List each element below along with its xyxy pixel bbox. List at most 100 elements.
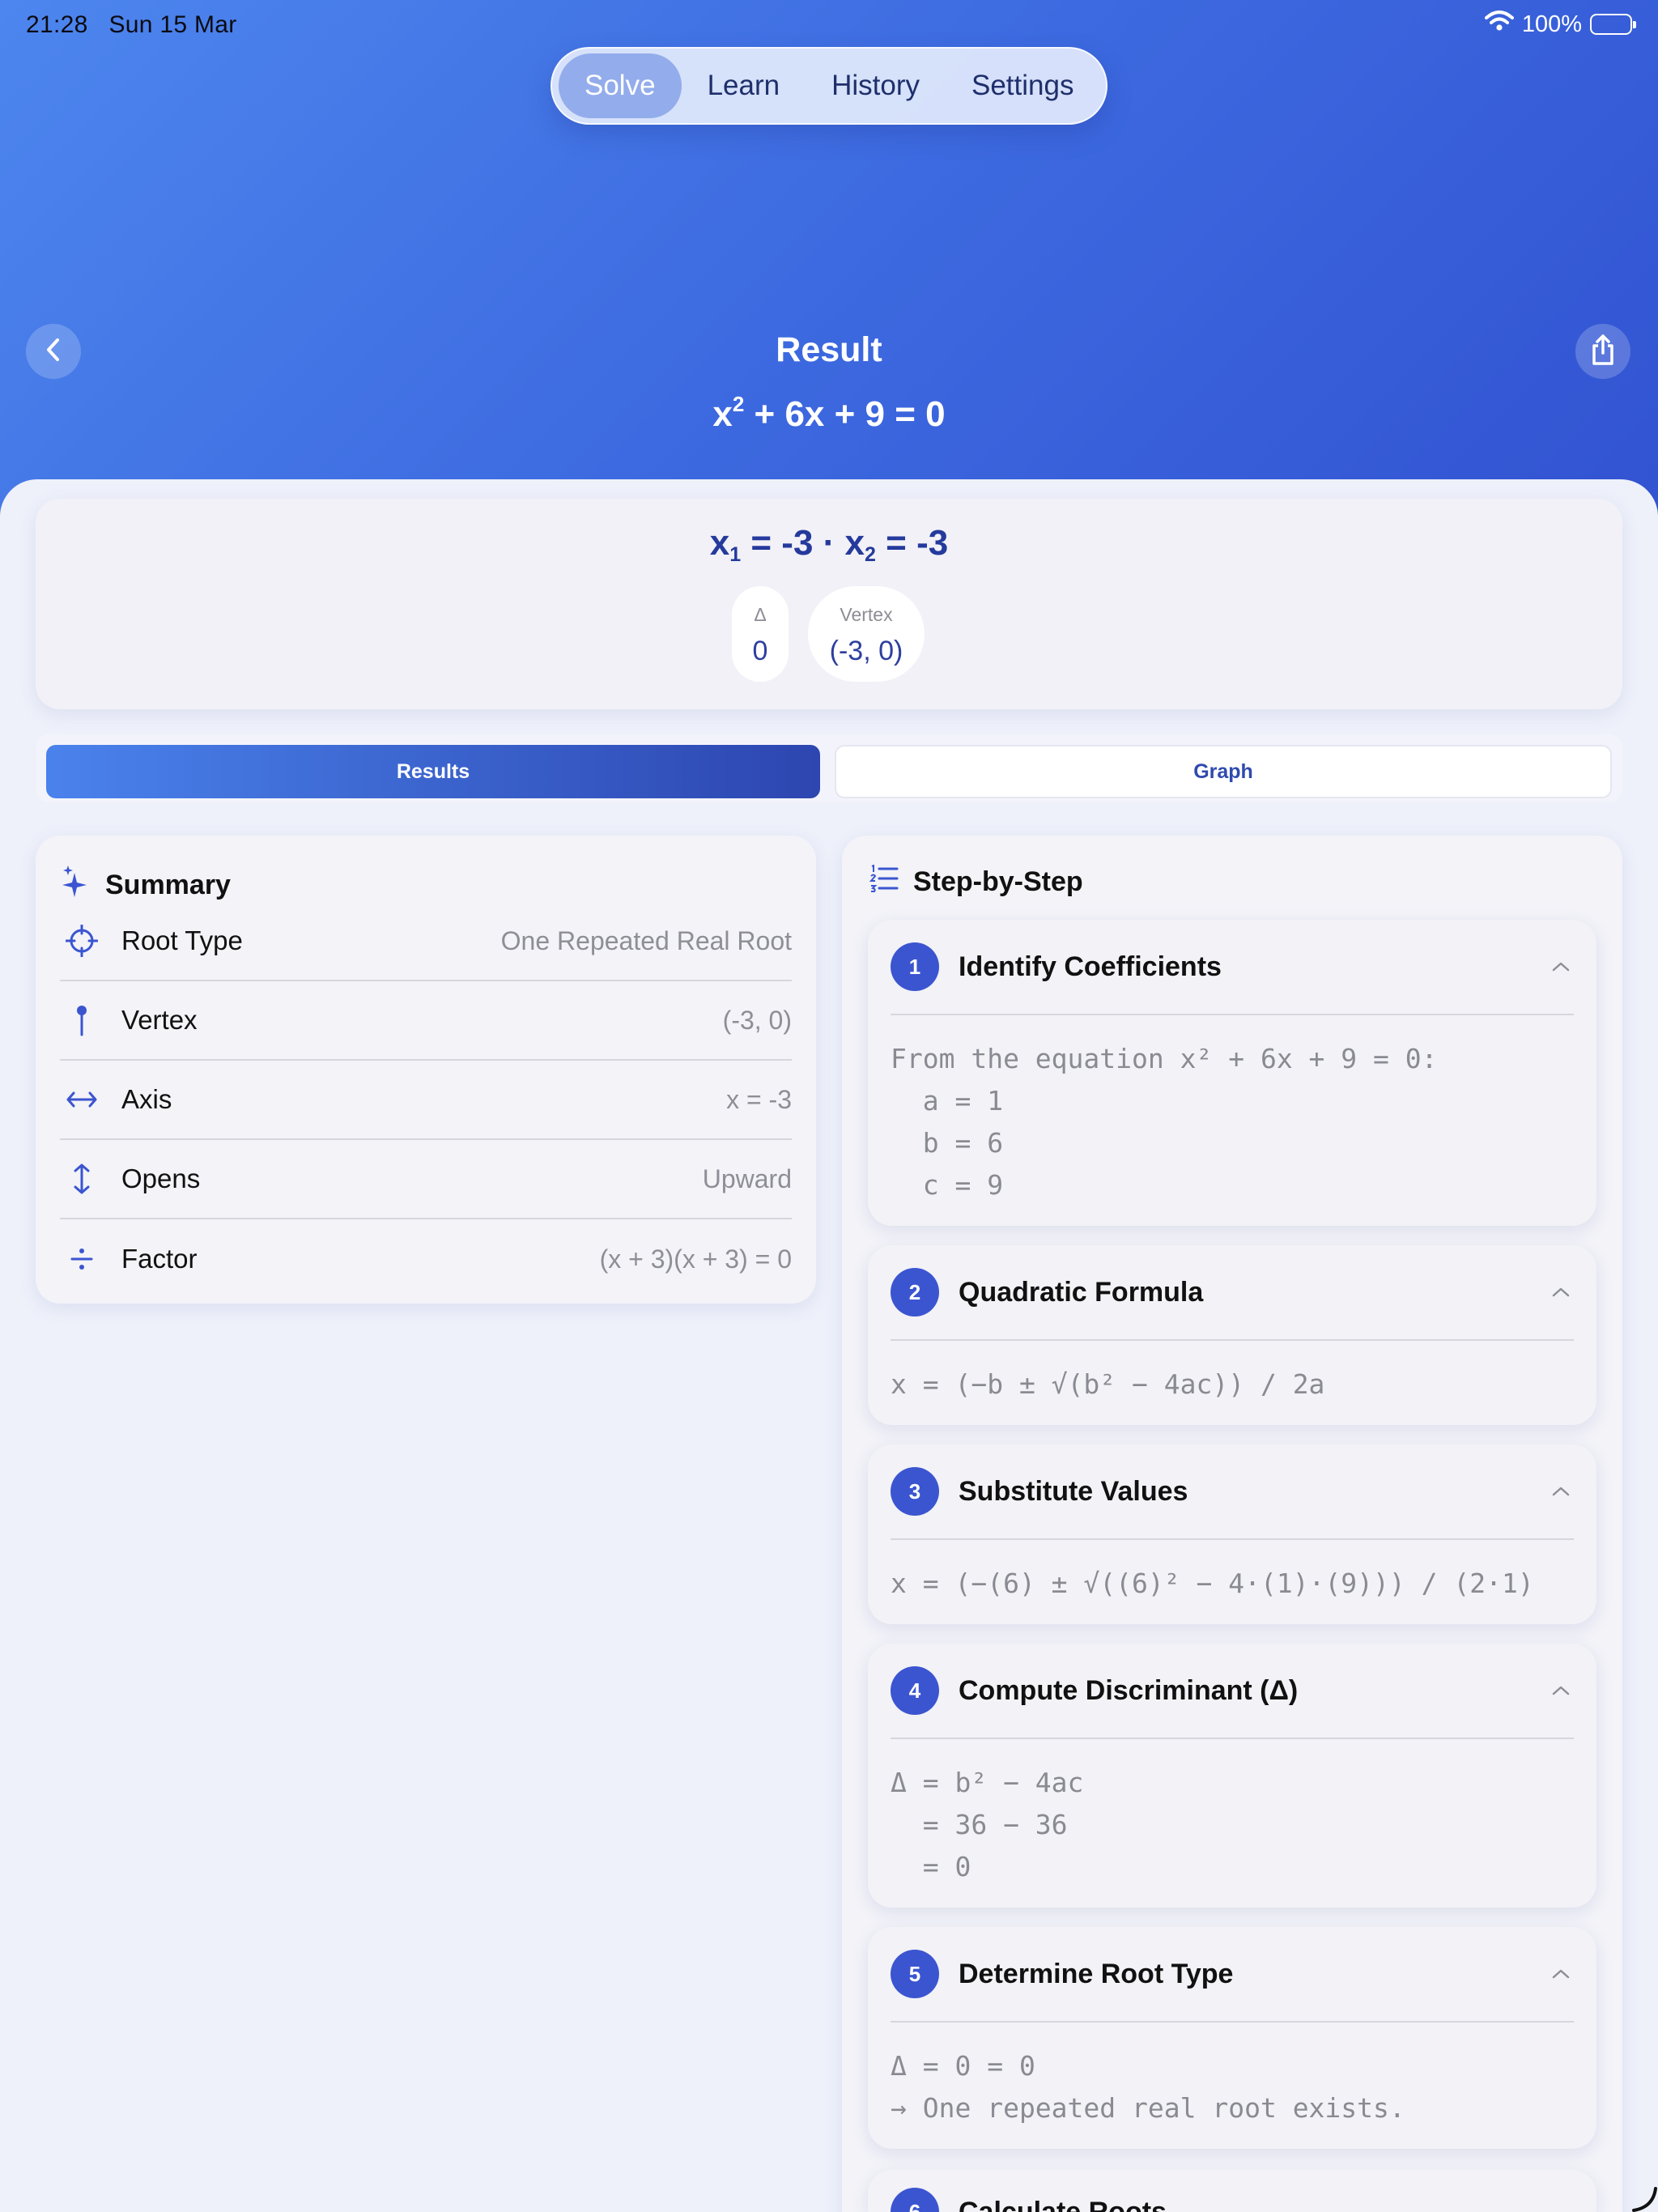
step-number: 2 <box>891 1268 939 1317</box>
step-body: From the equation x² + 6x + 9 = 0: a = 1… <box>891 1043 1438 1201</box>
view-segmented-control: Results Graph <box>36 734 1622 802</box>
step-number: 5 <box>891 1950 939 1998</box>
opens-label: Opens <box>121 1163 201 1193</box>
root1-var: x <box>709 523 730 563</box>
summary-card: Summary Root Type One Repeated Real Root… <box>36 836 816 1304</box>
step-divider <box>891 1738 1574 1739</box>
wifi-icon <box>1484 10 1514 39</box>
step-number: 1 <box>891 942 939 991</box>
axis-label: Axis <box>121 1084 172 1114</box>
step-card[interactable]: 2 Quadratic Formula x = (−b ± √(b² − 4ac… <box>868 1245 1596 1425</box>
crosshair-icon <box>60 925 104 957</box>
steps-title: Step-by-Step <box>913 866 1083 897</box>
status-indicators: 100% <box>1484 10 1636 39</box>
list-numbered-icon <box>869 864 899 900</box>
root-type-label: Root Type <box>121 925 243 955</box>
step-header[interactable]: 1 Identify Coefficients <box>891 942 1574 991</box>
root2-var: x <box>844 523 865 563</box>
tab-solve[interactable]: Solve <box>559 53 682 118</box>
root1-value: = -3 <box>741 523 814 563</box>
tab-settings[interactable]: Settings <box>946 53 1099 118</box>
result-card: x1 = -3 · x2 = -3 Δ 0 Vertex (-3, 0) <box>36 499 1622 709</box>
step-divider <box>891 1339 1574 1341</box>
step-title: Determine Root Type <box>959 1958 1234 1989</box>
root-type-value: One Repeated Real Root <box>500 925 792 955</box>
step-header[interactable]: 2 Quadratic Formula <box>891 1268 1574 1317</box>
step-card[interactable]: 1 Identify Coefficients From the equatio… <box>868 920 1596 1226</box>
summary-row-vertex: Vertex (-3, 0) <box>60 981 792 1061</box>
roots-separator: · <box>813 523 845 563</box>
equation-base: x <box>712 394 733 434</box>
step-title: Quadratic Formula <box>959 1276 1204 1308</box>
status-time: 21:28 Sun 15 Mar <box>26 11 237 39</box>
step-number: 3 <box>891 1467 939 1516</box>
step-header[interactable]: 3 Substitute Values <box>891 1467 1574 1516</box>
chevron-up-icon[interactable] <box>1548 954 1574 980</box>
summary-title: Summary <box>105 870 231 900</box>
pin-icon <box>60 1004 104 1036</box>
equation-rest: + 6x + 9 = 0 <box>744 394 946 434</box>
vertex-chip-label: Vertex <box>840 604 893 625</box>
step-header[interactable]: 4 Compute Discriminant (Δ) <box>891 1666 1574 1715</box>
chevron-up-icon[interactable] <box>1548 1279 1574 1305</box>
step-number: 6 <box>891 2188 939 2212</box>
axis-value: x = -3 <box>726 1084 792 1114</box>
step-title: Substitute Values <box>959 1475 1188 1507</box>
step-header[interactable]: 5 Determine Root Type <box>891 1950 1574 1998</box>
step-body: Δ = b² − 4ac = 36 − 36 = 0 <box>891 1767 1084 1882</box>
step-card[interactable]: 3 Substitute Values x = (−(6) ± √((6)² −… <box>868 1444 1596 1624</box>
battery-percent: 100% <box>1521 11 1582 37</box>
battery-icon <box>1590 14 1636 35</box>
chevron-up-icon[interactable] <box>1548 1961 1574 1987</box>
chevron-up-icon[interactable] <box>1548 1678 1574 1704</box>
step-title: Compute Discriminant (Δ) <box>959 1674 1299 1706</box>
root1-sub: 1 <box>729 543 742 566</box>
opens-value: Upward <box>702 1163 792 1193</box>
vertex-chip-value: (-3, 0) <box>829 636 903 666</box>
chevron-up-icon[interactable] <box>1548 1478 1574 1504</box>
step-body: Δ = 0 = 0 → One repeated real root exist… <box>891 2050 1405 2124</box>
tab-learn[interactable]: Learn <box>682 53 806 118</box>
step-body: x = (−(6) ± √((6)² − 4·(1)·(9))) / (2·1) <box>891 1568 1534 1599</box>
segment-results[interactable]: Results <box>46 745 820 798</box>
root2-value: = -3 <box>875 523 949 563</box>
segment-graph[interactable]: Graph <box>835 745 1612 798</box>
vertex-value: (-3, 0) <box>722 1005 792 1035</box>
delta-label: Δ <box>754 604 767 625</box>
root2-sub: 2 <box>865 543 876 566</box>
step-body: x = (−b ± √(b² − 4ac)) / 2a <box>891 1368 1325 1400</box>
summary-row-opens: Opens Upward <box>60 1140 792 1219</box>
step-title: Calculate Roots <box>959 2196 1167 2212</box>
summary-heading: Summary <box>62 865 231 906</box>
step-card[interactable]: 4 Compute Discriminant (Δ) Δ = b² − 4ac … <box>868 1644 1596 1908</box>
vertical-arrows-icon <box>60 1163 104 1195</box>
summary-row-factor: Factor (x + 3)(x + 3) = 0 <box>60 1219 792 1299</box>
step-number: 4 <box>891 1666 939 1715</box>
vertex-label: Vertex <box>121 1005 198 1035</box>
equation-display: x2 + 6x + 9 = 0 <box>0 392 1658 435</box>
roots-display: x1 = -3 · x2 = -3 <box>36 523 1622 567</box>
resize-handle-icon <box>1630 2186 1658 2212</box>
factor-value: (x + 3)(x + 3) = 0 <box>599 1244 792 1274</box>
summary-row-axis: Axis x = -3 <box>60 1061 792 1140</box>
step-divider <box>891 1538 1574 1540</box>
summary-row-root-type: Root Type One Repeated Real Root <box>60 902 792 981</box>
step-divider <box>891 2021 1574 2023</box>
page-title: Result <box>776 330 882 369</box>
step-card[interactable]: 5 Determine Root Type Δ = 0 = 0 → One re… <box>868 1927 1596 2149</box>
sparkles-icon <box>62 865 91 906</box>
status-date: Sun 15 Mar <box>108 11 237 38</box>
step-card[interactable]: 6 Calculate Roots <box>868 2170 1596 2212</box>
factor-label: Factor <box>121 1244 198 1274</box>
steps-heading: Step-by-Step <box>869 864 1083 900</box>
step-header[interactable]: 6 Calculate Roots <box>891 2188 1574 2212</box>
divide-icon <box>60 1246 104 1272</box>
top-tab-bar: Solve Learn History Settings <box>551 47 1107 125</box>
delta-value: 0 <box>752 636 768 666</box>
step-divider <box>891 1014 1574 1015</box>
horizontal-arrows-icon <box>60 1090 104 1109</box>
delta-chip: Δ 0 <box>732 586 789 682</box>
tab-history[interactable]: History <box>806 53 946 118</box>
step-title: Identify Coefficients <box>959 951 1222 982</box>
equation-exponent: 2 <box>732 392 745 416</box>
